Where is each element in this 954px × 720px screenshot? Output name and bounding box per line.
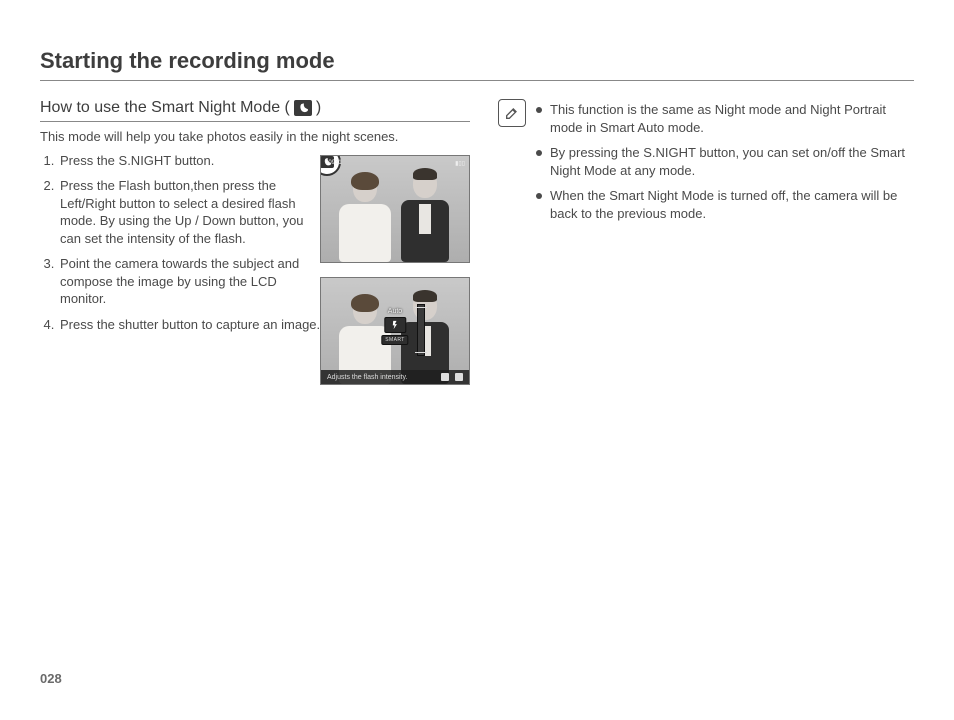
list-item: Press the shutter button to capture an i… xyxy=(58,316,326,334)
subject-bride xyxy=(339,174,391,262)
intensity-scale xyxy=(417,304,425,356)
flash-auto-icon xyxy=(384,317,406,333)
night-mode-icon xyxy=(294,100,312,116)
page-number: 028 xyxy=(40,671,62,686)
nav-icon xyxy=(441,373,449,381)
list-item: Point the camera towards the subject and… xyxy=(58,255,326,308)
status-text: Adjusts the flash intensity. xyxy=(327,374,407,381)
list-item: Press the S.NIGHT button. xyxy=(58,152,326,170)
page-title: Starting the recording mode xyxy=(40,48,914,81)
nav-icon xyxy=(455,373,463,381)
camera-screenshot-2: Auto SMART Adjusts the flash intensity. xyxy=(320,277,470,385)
heading-suffix: ) xyxy=(316,99,321,117)
list-item: By pressing the S.NIGHT button, you can … xyxy=(536,144,914,179)
camera-screenshot-1: 00931 ▮▯▯ xyxy=(320,155,470,263)
note-pencil-icon xyxy=(498,99,526,127)
flash-mode-overlay: Auto SMART xyxy=(381,308,408,345)
list-item: Press the Flash button,then press the Le… xyxy=(58,177,326,247)
smart-chip: SMART xyxy=(381,335,408,345)
list-item: When the Smart Night Mode is turned off,… xyxy=(536,187,914,222)
steps-list: Press the S.NIGHT button. Press the Flas… xyxy=(40,152,326,334)
subject-groom xyxy=(399,170,451,262)
auto-label: Auto xyxy=(388,308,402,315)
heading-prefix: How to use the Smart Night Mode ( xyxy=(40,99,290,117)
list-item: This function is the same as Night mode … xyxy=(536,101,914,136)
section-intro: This mode will help you take photos easi… xyxy=(40,128,470,146)
section-heading: How to use the Smart Night Mode ( ) xyxy=(40,99,470,122)
notes-list: This function is the same as Night mode … xyxy=(536,101,914,230)
